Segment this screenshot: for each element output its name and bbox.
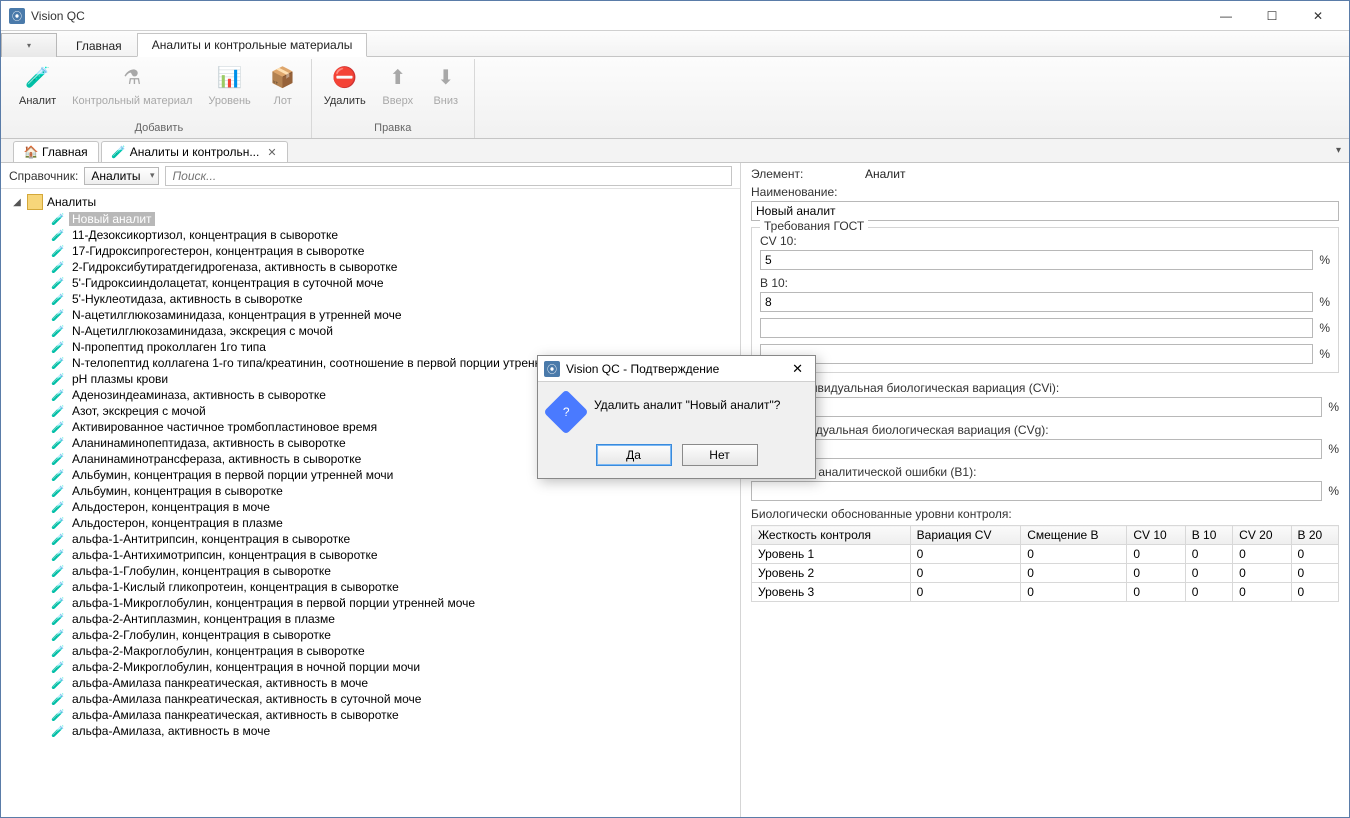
dialog-yes-button[interactable]: Да — [596, 444, 672, 466]
dialog-message: Удалить аналит "Новый аналит"? — [594, 396, 803, 412]
dialog-no-button[interactable]: Нет — [682, 444, 758, 466]
modal-overlay: ⦿ Vision QC - Подтверждение ✕ ? Удалить … — [1, 1, 1349, 817]
dialog-titlebar: ⦿ Vision QC - Подтверждение ✕ — [538, 356, 815, 382]
dialog-app-icon: ⦿ — [544, 361, 560, 377]
dialog-close-button[interactable]: ✕ — [786, 361, 809, 377]
confirm-dialog: ⦿ Vision QC - Подтверждение ✕ ? Удалить … — [537, 355, 816, 479]
dialog-title: Vision QC - Подтверждение — [566, 362, 719, 376]
question-icon: ? — [543, 389, 588, 434]
